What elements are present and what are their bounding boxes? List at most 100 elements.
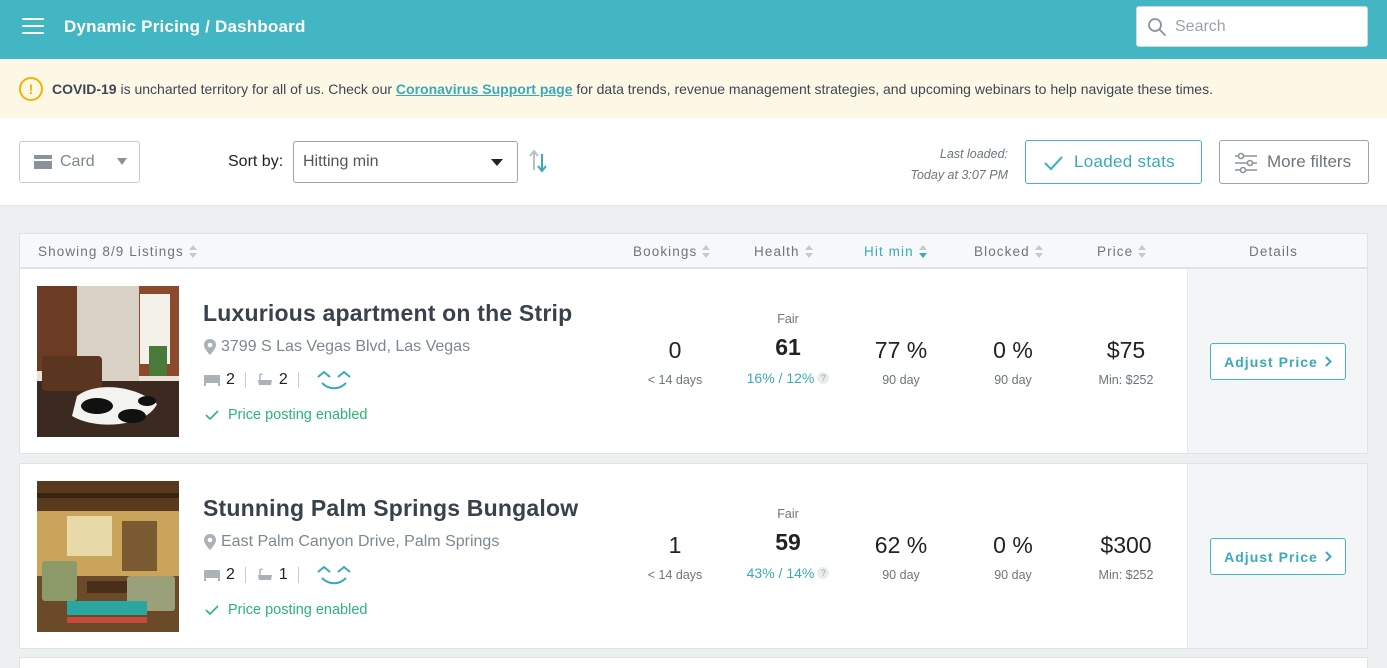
bath-icon	[257, 373, 272, 385]
bookings-sub: < 14 days	[647, 373, 703, 387]
last-loaded-label: Last loaded:	[939, 147, 1008, 161]
column-blocked[interactable]: Blocked	[974, 244, 1044, 259]
last-loaded: Last loaded: Today at 3:07 PM	[880, 144, 1008, 186]
hit-min-value: 77 %	[874, 337, 928, 363]
column-showing-label: Showing 8/9 Listings	[38, 244, 184, 259]
listing-photo[interactable]	[37, 481, 179, 632]
location-pin-icon	[204, 339, 216, 355]
hamburger-icon[interactable]	[22, 18, 44, 36]
loaded-stats-button[interactable]: Loaded stats	[1025, 140, 1202, 184]
health-value: 59	[775, 529, 801, 555]
sort-by-label: Sort by:	[228, 153, 284, 170]
listing-photo[interactable]	[37, 286, 179, 437]
caret-down-icon	[491, 159, 503, 166]
breadcrumb[interactable]: Dynamic Pricing / Dashboard	[64, 17, 306, 37]
hit-min-sub: 90 day	[882, 373, 920, 387]
column-details-label: Details	[1249, 244, 1298, 259]
blocked-sub: 90 day	[994, 568, 1032, 582]
caret-down-icon	[117, 158, 127, 165]
bookings-sub: < 14 days	[647, 568, 703, 582]
adjust-price-label: Adjust Price	[1224, 353, 1318, 370]
bookings-stat: 0 < 14 days	[625, 337, 725, 387]
column-hit-min[interactable]: Hit min	[864, 244, 928, 259]
column-bookings-label: Bookings	[633, 244, 698, 259]
search-icon	[1148, 17, 1166, 36]
blocked-sub: 90 day	[994, 373, 1032, 387]
price-stat: $300 Min: $252	[1076, 532, 1176, 582]
adjust-price-button[interactable]: Adjust Price	[1210, 343, 1346, 380]
check-icon	[1044, 156, 1063, 171]
search-box[interactable]	[1136, 6, 1368, 47]
health-stat: Fair 59 43% / 14%?	[738, 507, 838, 581]
bathrooms-count: 2	[278, 371, 288, 388]
health-value: 61	[775, 334, 801, 360]
price-value: $300	[1100, 532, 1152, 558]
adjust-price-button[interactable]: Adjust Price	[1210, 538, 1346, 575]
price-posting-label: Price posting enabled	[228, 602, 368, 618]
price-posting-status: Price posting enabled	[205, 407, 367, 423]
smile-logo-icon	[317, 370, 351, 390]
smile-logo-icon	[317, 565, 351, 585]
sort-arrows-icon	[702, 244, 711, 259]
details-cell: Adjust Price	[1187, 269, 1367, 453]
column-price[interactable]: Price	[1097, 244, 1147, 259]
check-icon	[205, 410, 219, 421]
sort-arrows-icon	[188, 244, 198, 259]
bathrooms-count: 1	[278, 566, 288, 583]
price-posting-status: Price posting enabled	[205, 602, 367, 618]
listing-address-text: 3799 S Las Vegas Blvd, Las Vegas	[221, 338, 471, 355]
help-icon[interactable]: ?	[817, 567, 830, 579]
alert-bold: COVID-19	[52, 81, 117, 97]
hit-min-sub: 90 day	[882, 568, 920, 582]
column-hit-min-label: Hit min	[864, 244, 914, 259]
sort-arrows-icon	[918, 244, 928, 259]
sort-arrows-icon	[804, 244, 814, 259]
bookings-stat: 1 < 14 days	[625, 532, 725, 582]
chevron-right-icon	[1325, 551, 1332, 562]
column-bookings[interactable]: Bookings	[633, 244, 711, 259]
bedrooms-count: 2	[226, 566, 235, 583]
adjust-price-label: Adjust Price	[1224, 548, 1318, 565]
listings-table-header: Showing 8/9 Listings Bookings Health Hit…	[19, 233, 1368, 268]
bath-icon	[257, 568, 272, 580]
price-posting-label: Price posting enabled	[228, 407, 368, 423]
help-icon[interactable]: ?	[817, 372, 830, 384]
hit-min-stat: 77 % 90 day	[851, 337, 951, 387]
health-stat: Fair 61 16% / 12%?	[738, 312, 838, 386]
bed-icon	[204, 375, 220, 386]
health-ratio: 16% / 12%?	[738, 370, 838, 386]
toolbar: Card Sort by: Hitting min Last loaded: T…	[0, 118, 1387, 206]
sliders-icon	[1235, 152, 1257, 174]
covid-alert-banner: ! COVID-19 is uncharted territory for al…	[0, 59, 1387, 162]
health-ratio: 43% / 14%?	[738, 565, 838, 581]
more-filters-button[interactable]: More filters	[1219, 140, 1369, 184]
blocked-value: 0 %	[993, 532, 1033, 558]
amenity-divider	[244, 567, 246, 583]
warning-icon: !	[19, 77, 43, 101]
price-value: $75	[1106, 337, 1146, 363]
health-ratio-text: 16% / 12%	[746, 370, 815, 386]
view-mode-select[interactable]: Card	[19, 141, 140, 183]
sort-direction-icon[interactable]	[528, 148, 550, 174]
search-input[interactable]	[1175, 17, 1365, 36]
column-health-label: Health	[754, 244, 800, 259]
listing-title[interactable]: Luxurious apartment on the Strip	[203, 300, 572, 327]
check-icon	[205, 605, 219, 616]
more-filters-label: More filters	[1267, 152, 1352, 171]
chevron-right-icon	[1325, 356, 1332, 367]
top-bar: Dynamic Pricing / Dashboard	[0, 0, 1387, 59]
sort-select[interactable]: Hitting min	[293, 141, 518, 183]
listing-title[interactable]: Stunning Palm Springs Bungalow	[203, 495, 578, 522]
blocked-value: 0 %	[993, 337, 1033, 363]
amenity-divider	[297, 372, 299, 388]
amenity-divider	[244, 372, 246, 388]
alert-text-after: for data trends, revenue management stra…	[572, 81, 1213, 97]
sort-arrows-icon	[1034, 244, 1044, 259]
column-health[interactable]: Health	[754, 244, 814, 259]
coronavirus-support-link[interactable]: Coronavirus Support page	[396, 81, 573, 97]
column-details: Details	[1249, 244, 1298, 259]
bed-icon	[204, 570, 220, 581]
listing-card-peek	[19, 657, 1368, 668]
column-price-label: Price	[1097, 244, 1134, 259]
column-showing[interactable]: Showing 8/9 Listings	[38, 244, 198, 259]
